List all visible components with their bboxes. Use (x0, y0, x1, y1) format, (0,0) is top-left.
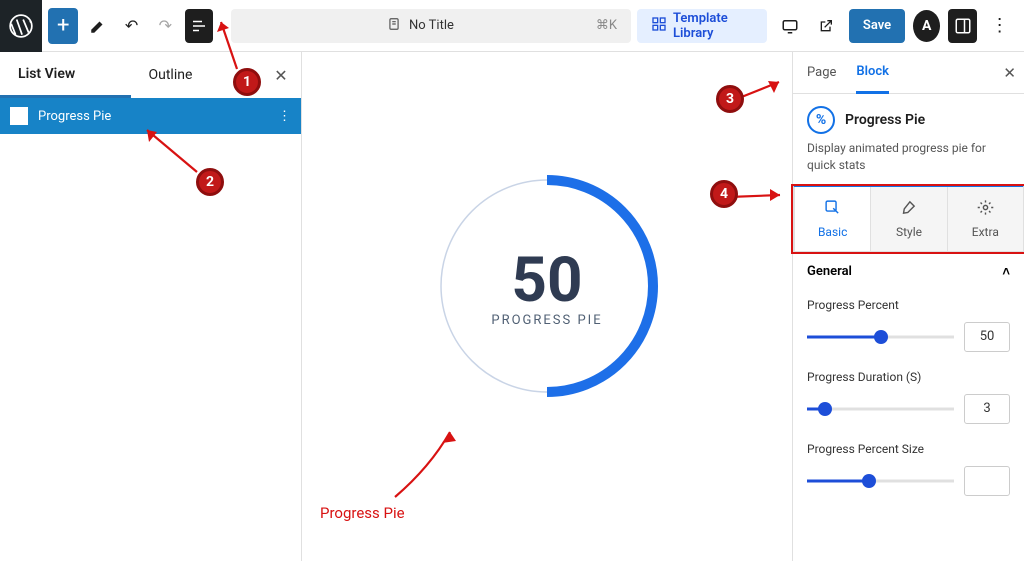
list-view-panel: List View Outline ✕ Progress Pie ⋮ (0, 52, 302, 561)
progress-pie-label: PROGRESS PIE (491, 313, 602, 328)
section-general-toggle[interactable]: General ˄ (807, 264, 1010, 280)
template-library-button[interactable]: Template Library (637, 9, 767, 43)
list-item-progress-pie[interactable]: Progress Pie ⋮ (0, 98, 301, 134)
block-type-title: Progress Pie (845, 112, 925, 128)
field-label-percent: Progress Percent (807, 298, 1010, 312)
progress-duration-input[interactable]: 3 (964, 394, 1010, 424)
annotation-badge-2: 2 (196, 168, 224, 196)
sidebar-close[interactable]: ✕ (1003, 64, 1016, 82)
progress-percent-input[interactable]: 50 (964, 322, 1010, 352)
listview-toggle-button[interactable] (185, 9, 213, 43)
annotation-arrow-pie (390, 427, 510, 507)
redo-button[interactable]: ↷ (151, 9, 179, 43)
external-preview-button[interactable] (812, 9, 841, 43)
tab-page[interactable]: Page (807, 52, 836, 94)
edit-tool-button[interactable] (84, 9, 112, 43)
template-icon (651, 16, 667, 36)
cursor-icon (824, 199, 841, 221)
annotation-label-pie: Progress Pie (320, 504, 405, 522)
settings-sidebar: Page Block ✕ % Progress Pie Display anim… (792, 52, 1024, 561)
settings-sidebar-toggle[interactable] (948, 9, 977, 43)
annotation-badge-1: 1 (233, 68, 261, 96)
shortcut-hint: ⌘K (596, 18, 617, 33)
more-options-button[interactable]: ⋮ (985, 9, 1014, 43)
settings-tab-style[interactable]: Style (870, 187, 946, 251)
progress-size-input[interactable] (964, 466, 1010, 496)
brush-icon (900, 199, 917, 221)
wordpress-logo[interactable] (0, 0, 42, 52)
editor-canvas[interactable]: 50 PROGRESS PIE 1 2 Progress Pie 3 4 (302, 52, 792, 561)
tab-block[interactable]: Block (856, 52, 889, 94)
block-placeholder-icon (10, 107, 28, 125)
progress-percent-slider[interactable] (807, 329, 954, 345)
undo-button[interactable]: ↶ (118, 9, 146, 43)
list-view-close[interactable]: ✕ (261, 66, 301, 85)
block-type-description: Display animated progress pie for quick … (807, 140, 1010, 174)
block-type-icon: % (807, 106, 835, 134)
chevron-up-icon: ˄ (1002, 264, 1010, 280)
device-preview-button[interactable] (775, 9, 804, 43)
progress-pie-block[interactable]: 50 PROGRESS PIE (432, 171, 662, 401)
list-item-label: Progress Pie (38, 109, 111, 124)
astra-button[interactable]: A (913, 10, 940, 42)
list-item-more-icon[interactable]: ⋮ (278, 109, 291, 124)
save-button[interactable]: Save (849, 9, 905, 43)
add-block-button[interactable]: + (48, 8, 77, 44)
progress-size-slider[interactable] (807, 473, 954, 489)
document-title-bar[interactable]: No Title ⌘K (231, 9, 631, 43)
block-settings-tabs: Basic Style Extra (793, 184, 1024, 252)
annotation-badge-4: 4 (710, 180, 738, 208)
field-label-duration: Progress Duration (S) (807, 370, 1010, 384)
tab-list-view[interactable]: List View (0, 52, 131, 98)
annotation-badge-3: 3 (716, 85, 744, 113)
progress-duration-slider[interactable] (807, 401, 954, 417)
settings-tab-extra[interactable]: Extra (947, 187, 1023, 251)
gear-icon (977, 199, 994, 221)
settings-tab-basic[interactable]: Basic (794, 187, 870, 251)
document-title: No Title (409, 18, 454, 33)
progress-percent-value: 50 (491, 244, 602, 317)
field-label-size: Progress Percent Size (807, 442, 1010, 456)
page-icon (387, 17, 401, 35)
